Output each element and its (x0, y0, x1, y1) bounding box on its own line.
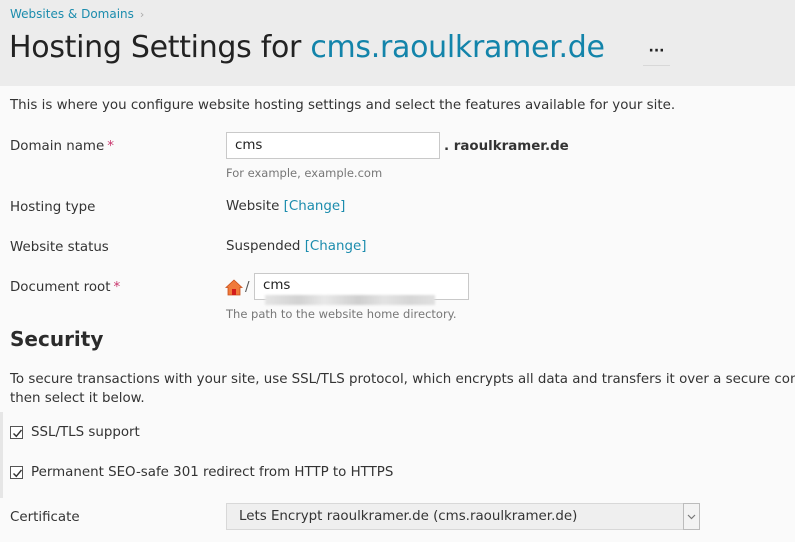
certificate-select[interactable]: Lets Encrypt raoulkramer.de (cms.raoulkr… (226, 503, 700, 530)
document-root-hint: The path to the website home directory. (226, 307, 457, 321)
domain-name-label: Domain name * (10, 139, 114, 154)
domain-suffix: . raoulkramer.de (444, 139, 569, 154)
chevron-right-icon: › (139, 7, 145, 21)
page-title: Hosting Settings for cms.raoulkramer.de (9, 30, 605, 65)
ssl-support-checkbox-row[interactable]: SSL/TLS support (10, 425, 140, 440)
redirect-checkbox-row[interactable]: Permanent SEO-safe 301 redirect from HTT… (10, 465, 393, 480)
document-root-value: cms (263, 278, 291, 293)
hosting-type-text: Website (226, 199, 280, 214)
path-separator: / (245, 280, 250, 295)
domain-name-input[interactable] (226, 132, 440, 159)
domain-name-hint: For example, example.com (226, 166, 383, 180)
website-status-label: Website status (10, 240, 109, 255)
website-status-value: Suspended [Change] (226, 239, 366, 254)
security-description-line1: To secure transactions with your site, u… (10, 372, 795, 387)
breadcrumb-websites-domains[interactable]: Websites & Domains (10, 7, 134, 21)
group-indicator-bar (0, 412, 3, 498)
page-header: Websites & Domains › Hosting Settings fo… (0, 0, 795, 86)
required-marker: * (113, 280, 121, 295)
hosting-type-value: Website [Change] (226, 199, 345, 214)
redirect-label: Permanent SEO-safe 301 redirect from HTT… (31, 465, 394, 480)
redacted-path (265, 295, 435, 305)
security-section-title: Security (10, 327, 104, 351)
ssl-support-label: SSL/TLS support (31, 425, 140, 440)
chevron-down-icon[interactable] (683, 503, 700, 530)
hosting-type-label: Hosting type (10, 200, 96, 215)
document-root-input[interactable]: cms (254, 273, 469, 305)
more-actions-button[interactable]: ··· (643, 40, 670, 66)
home-icon (224, 279, 244, 296)
checkmark-icon (13, 429, 23, 438)
page-title-domain: cms.raoulkramer.de (310, 30, 605, 65)
certificate-selected-value: Lets Encrypt raoulkramer.de (cms.raoulkr… (239, 509, 578, 524)
website-status-text: Suspended (226, 239, 301, 254)
page-title-prefix: Hosting Settings for (9, 30, 311, 65)
breadcrumb: Websites & Domains › (10, 7, 144, 21)
security-description: To secure transactions with your site, u… (10, 370, 795, 408)
checkmark-icon (13, 469, 23, 478)
required-marker: * (107, 139, 114, 154)
document-root-label-text: Document root (10, 280, 111, 295)
document-root-label: Document root * (10, 280, 120, 295)
domain-name-label-text: Domain name (10, 139, 105, 154)
ssl-support-checkbox[interactable] (10, 426, 23, 439)
redirect-checkbox[interactable] (10, 466, 23, 479)
change-website-status-link[interactable]: [Change] (305, 239, 367, 254)
security-description-line2: then select it below. (10, 391, 145, 406)
change-hosting-type-link[interactable]: [Change] (284, 199, 346, 214)
certificate-label: Certificate (10, 510, 80, 525)
intro-text: This is where you configure website host… (10, 98, 676, 113)
